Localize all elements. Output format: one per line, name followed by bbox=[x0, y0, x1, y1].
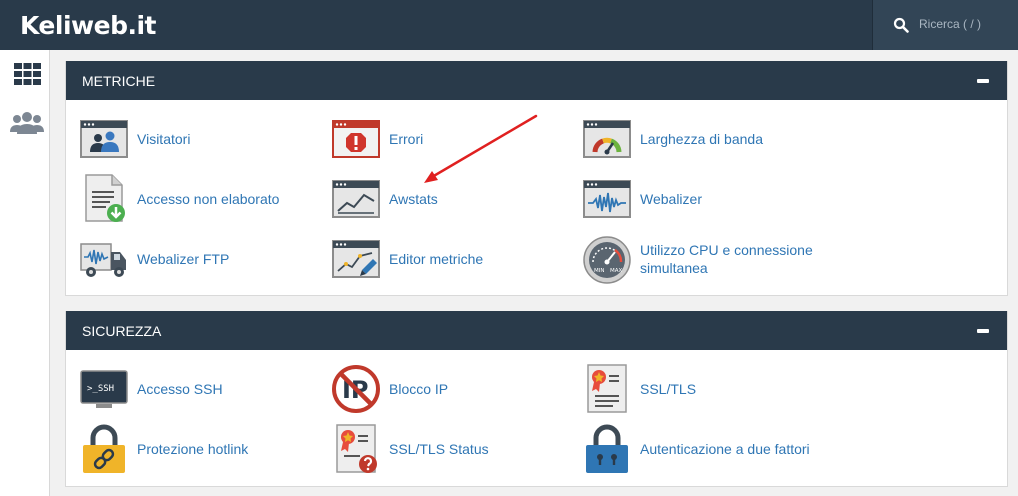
ssh-icon: >_SSH bbox=[80, 370, 128, 408]
item-label: Larghezza di banda bbox=[640, 131, 763, 147]
ip-block-icon: IP bbox=[332, 365, 380, 413]
cpu-usage-icon: MIN MAX bbox=[583, 236, 631, 284]
cpu-min-label: MIN bbox=[594, 268, 604, 274]
hotlink-lock-icon bbox=[83, 424, 125, 473]
item-editor-metriche[interactable]: Editor metriche bbox=[332, 234, 572, 284]
raw-access-icon bbox=[85, 174, 125, 222]
item-label: Editor metriche bbox=[389, 251, 484, 267]
metrics-editor-icon bbox=[332, 240, 380, 278]
item-accesso-non-elaborato[interactable]: Accesso non elaborato bbox=[80, 174, 320, 224]
search-input[interactable]: Ricerca ( / ) bbox=[919, 17, 981, 31]
item-label: SSL/TLS Status bbox=[389, 441, 489, 457]
search-icon bbox=[893, 17, 909, 33]
errors-icon bbox=[332, 120, 380, 158]
bandwidth-icon bbox=[583, 120, 631, 158]
item-label: Errori bbox=[389, 131, 424, 147]
sidebar bbox=[0, 50, 50, 496]
item-accesso-ssh[interactable]: >_SSH Accesso SSH bbox=[80, 364, 320, 414]
item-visitatori[interactable]: Visitatori bbox=[80, 114, 320, 164]
users-icon[interactable] bbox=[10, 110, 44, 138]
item-label: Blocco IP bbox=[389, 381, 449, 397]
item-label: Accesso non elaborato bbox=[137, 191, 280, 207]
collapse-icon[interactable] bbox=[977, 79, 989, 83]
item-label: Awstats bbox=[389, 191, 438, 207]
ssl-status-icon bbox=[336, 424, 377, 473]
item-ssl-tls-status[interactable]: SSL/TLS Status bbox=[332, 424, 572, 474]
item-label: Accesso SSH bbox=[137, 381, 223, 397]
section-title: METRICHE bbox=[82, 73, 156, 89]
panel-metriche: METRICHE Visitatori Errori Larghezza di … bbox=[65, 61, 1008, 296]
item-webalizer[interactable]: Webalizer bbox=[583, 174, 823, 224]
item-larghezza-di-banda[interactable]: Larghezza di banda bbox=[583, 114, 823, 164]
item-label: Utilizzo CPU e connessione simultanea bbox=[640, 242, 813, 276]
item-blocco-ip[interactable]: IP Blocco IP bbox=[332, 364, 572, 414]
collapse-icon[interactable] bbox=[977, 329, 989, 333]
item-label: Visitatori bbox=[137, 131, 191, 147]
section-title: SICUREZZA bbox=[82, 323, 162, 339]
item-label: Autenticazione a due fattori bbox=[640, 441, 810, 457]
visitors-icon bbox=[80, 120, 128, 158]
cpu-max-label: MAX bbox=[610, 268, 623, 274]
top-bar: Keliweb.it Ricerca ( / ) bbox=[0, 0, 1018, 50]
webalizer-icon bbox=[583, 180, 631, 218]
item-webalizer-ftp[interactable]: Webalizer FTP bbox=[80, 234, 320, 284]
item-utilizzo-cpu[interactable]: MIN MAX Utilizzo CPU e connessione simul… bbox=[583, 234, 863, 284]
item-errori[interactable]: Errori bbox=[332, 114, 572, 164]
awstats-icon bbox=[332, 180, 380, 218]
item-label: Protezione hotlink bbox=[137, 441, 249, 457]
item-protezione-hotlink[interactable]: Protezione hotlink bbox=[80, 424, 320, 474]
panel-header-sicurezza[interactable]: SICUREZZA bbox=[66, 311, 1007, 350]
brand-logo[interactable]: Keliweb.it bbox=[20, 11, 157, 40]
panel-sicurezza: SICUREZZA >_SSH Accesso SSH IP Blocco IP bbox=[65, 311, 1008, 487]
item-label: Webalizer FTP bbox=[137, 251, 230, 267]
item-awstats[interactable]: Awstats bbox=[332, 174, 572, 224]
grid-icon[interactable] bbox=[10, 61, 44, 89]
item-label: Webalizer bbox=[640, 191, 702, 207]
webalizer-ftp-icon bbox=[80, 243, 126, 277]
ssh-prompt-text: >_SSH bbox=[87, 384, 114, 394]
ssl-certificate-icon bbox=[587, 364, 627, 413]
item-autenticazione-due-fattori[interactable]: Autenticazione a due fattori bbox=[583, 424, 823, 474]
item-label: SSL/TLS bbox=[640, 381, 697, 397]
item-ssl-tls[interactable]: SSL/TLS bbox=[583, 364, 823, 414]
two-factor-lock-icon bbox=[586, 424, 628, 473]
search-box[interactable]: Ricerca ( / ) bbox=[872, 0, 1018, 50]
panel-header-metriche[interactable]: METRICHE bbox=[66, 61, 1007, 100]
